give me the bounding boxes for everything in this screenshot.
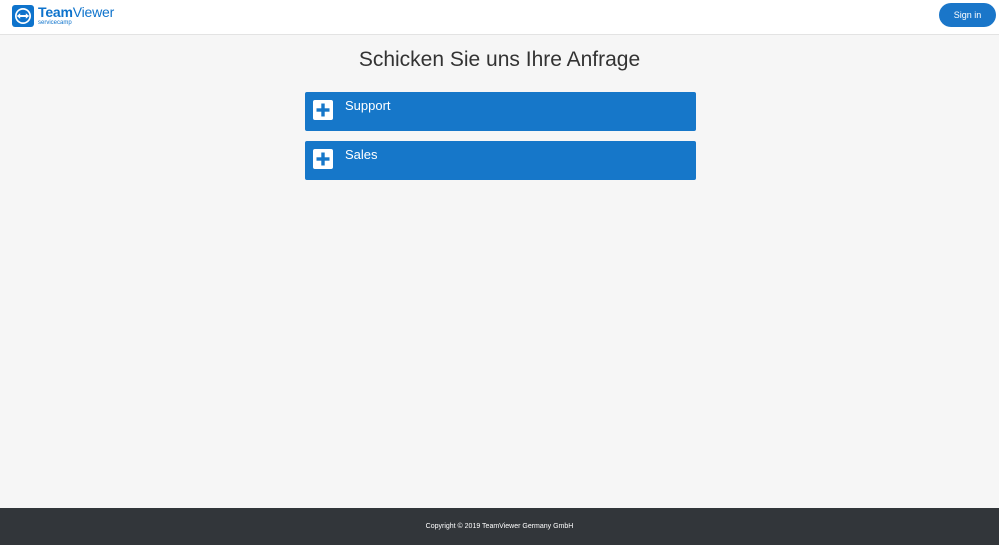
logo-brand: TeamViewer — [38, 4, 115, 20]
logo-subtitle: servicecamp — [38, 20, 72, 26]
page-title: Schicken Sie uns Ihre Anfrage — [358, 48, 641, 71]
footer-copyright: Copyright © 2019 TeamViewer Germany GmbH — [425, 523, 574, 530]
teamviewer-logo[interactable]: TeamViewer servicecamp — [12, 5, 114, 27]
footer: Copyright © 2019 TeamViewer Germany GmbH — [0, 508, 999, 545]
top-header: TeamViewer servicecamp Sign in — [0, 0, 999, 35]
plus-icon — [313, 149, 333, 169]
panel-label-sales: Sales — [345, 147, 378, 162]
panel-label-support: Support — [345, 98, 391, 113]
logo-text: TeamViewer servicecamp — [38, 5, 114, 26]
teamviewer-logo-icon — [12, 5, 34, 27]
plus-icon — [313, 100, 333, 120]
sign-in-button[interactable]: Sign in — [939, 3, 996, 27]
sales-panel[interactable]: Sales — [305, 141, 696, 180]
support-panel[interactable]: Support — [305, 92, 696, 131]
